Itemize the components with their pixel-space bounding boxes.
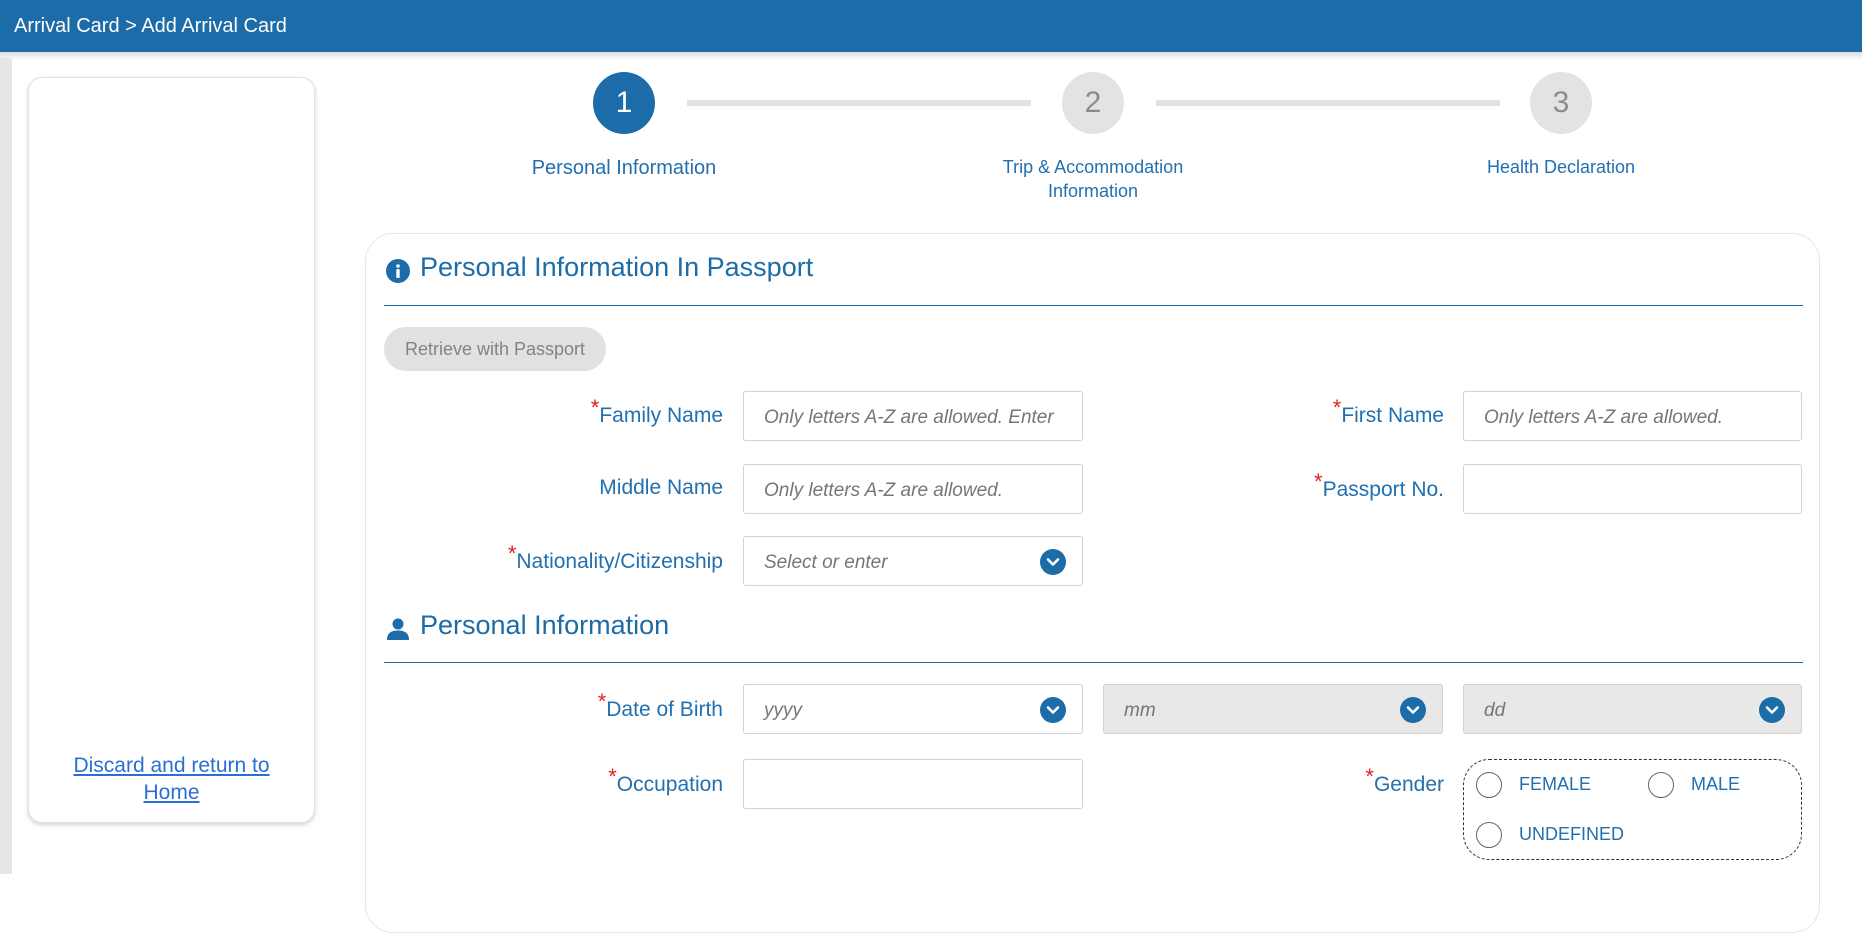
personal-section-title: Personal Information — [420, 610, 670, 640]
required-asterisk: * — [507, 541, 517, 566]
info-circle-icon — [385, 258, 411, 284]
breadcrumb: Arrival Card > Add Arrival Card — [14, 15, 287, 37]
gender-male-label[interactable]: MALE — [1691, 774, 1740, 795]
family-name-input[interactable]: Only letters A-Z are allowed. Enter — [743, 391, 1083, 441]
middle-name-label-text: Middle Name — [599, 476, 723, 499]
required-asterisk: * — [1332, 395, 1342, 420]
stepper-connector-2-3 — [1156, 100, 1500, 106]
middle-name-label: Middle Name — [599, 476, 723, 500]
gender-undefined-radio[interactable] — [1476, 822, 1502, 848]
nationality-placeholder: Select or enter — [764, 552, 888, 573]
gender-female-label[interactable]: FEMALE — [1519, 774, 1591, 795]
dob-year-placeholder: yyyy — [764, 700, 802, 721]
first-name-label-text: First Name — [1341, 404, 1444, 427]
step-2-label: Trip & Accommodation Information — [973, 155, 1213, 203]
nationality-label-text: Nationality/Citizenship — [516, 550, 723, 573]
required-asterisk: * — [608, 764, 617, 789]
required-asterisk: * — [1365, 764, 1374, 789]
stepper-connector-1-2 — [687, 100, 1031, 106]
first-name-input[interactable]: Only letters A-Z are allowed. — [1463, 391, 1802, 441]
gender-male-radio[interactable] — [1648, 772, 1674, 798]
gender-female-radio[interactable] — [1476, 772, 1502, 798]
required-asterisk: * — [597, 689, 607, 714]
family-name-label-text: Family Name — [599, 404, 723, 427]
required-asterisk: * — [1314, 469, 1323, 494]
middle-name-input[interactable]: Only letters A-Z are allowed. — [743, 464, 1083, 514]
gender-label: *Gender — [1365, 764, 1444, 797]
discard-return-home-link[interactable]: Discard and return to Home — [29, 752, 314, 806]
sidebar-panel: Discard and return to Home — [28, 77, 315, 823]
step-3-circle[interactable]: 3 — [1530, 72, 1592, 134]
dob-month-select[interactable]: mm — [1103, 684, 1443, 734]
step-3-number: 3 — [1552, 86, 1570, 119]
first-name-placeholder: Only letters A-Z are allowed. — [1484, 407, 1723, 428]
gender-radio-group — [1463, 759, 1802, 860]
chevron-down-icon — [1400, 697, 1426, 723]
occupation-input[interactable] — [743, 759, 1083, 809]
step-2-label-line2: Information — [1047, 181, 1139, 201]
dob-year-select[interactable]: yyyy — [743, 684, 1083, 734]
passport-section-divider — [384, 305, 1803, 306]
middle-name-placeholder: Only letters A-Z are allowed. — [764, 480, 1003, 501]
left-edge-strip — [0, 58, 12, 874]
step-3-label: Health Declaration — [1441, 155, 1681, 179]
passport-no-label-text: Passport No. — [1322, 478, 1444, 501]
dob-day-select[interactable]: dd — [1463, 684, 1802, 734]
step-2-circle[interactable]: 2 — [1062, 72, 1124, 134]
nationality-label: *Nationality/Citizenship — [508, 541, 723, 574]
top-bar-shadow — [0, 52, 1862, 60]
dob-day-placeholder: dd — [1484, 700, 1506, 721]
family-name-placeholder: Only letters A-Z are allowed. Enter — [764, 407, 1054, 428]
step-1-number: 1 — [615, 86, 633, 119]
chevron-down-icon — [1040, 697, 1066, 723]
gender-label-text: Gender — [1373, 773, 1444, 796]
step-2-label-line1: Trip & Accommodation — [1002, 157, 1184, 177]
required-asterisk: * — [590, 395, 600, 420]
occupation-label-text: Occupation — [616, 773, 723, 796]
retrieve-with-passport-button[interactable]: Retrieve with Passport — [384, 327, 606, 371]
chevron-down-icon — [1759, 697, 1785, 723]
passport-no-label: *Passport No. — [1314, 469, 1444, 502]
passport-no-input[interactable] — [1463, 464, 1802, 514]
chevron-down-icon — [1040, 549, 1066, 575]
step-1-label: Personal Information — [504, 156, 744, 180]
step-3-label-text: Health Declaration — [1486, 157, 1636, 177]
first-name-label: *First Name — [1333, 395, 1444, 428]
date-of-birth-label-text: Date of Birth — [606, 698, 723, 721]
personal-section-divider — [384, 662, 1803, 663]
occupation-label: *Occupation — [608, 764, 723, 797]
family-name-label: *Family Name — [591, 395, 723, 428]
discard-link-line1: Discard and return to — [73, 754, 270, 777]
discard-link-line2: Home — [143, 781, 200, 804]
date-of-birth-label: *Date of Birth — [598, 689, 723, 722]
step-1-circle[interactable]: 1 — [593, 72, 655, 134]
gender-undefined-label[interactable]: UNDEFINED — [1519, 824, 1624, 845]
nationality-select[interactable]: Select or enter — [743, 536, 1083, 586]
person-icon — [385, 616, 411, 642]
step-1-label-text: Personal Information — [531, 157, 717, 179]
top-bar: Arrival Card > Add Arrival Card — [0, 0, 1862, 58]
step-2-number: 2 — [1084, 86, 1102, 119]
dob-month-placeholder: mm — [1124, 700, 1156, 721]
passport-section-title: Personal Information In Passport — [420, 252, 814, 282]
